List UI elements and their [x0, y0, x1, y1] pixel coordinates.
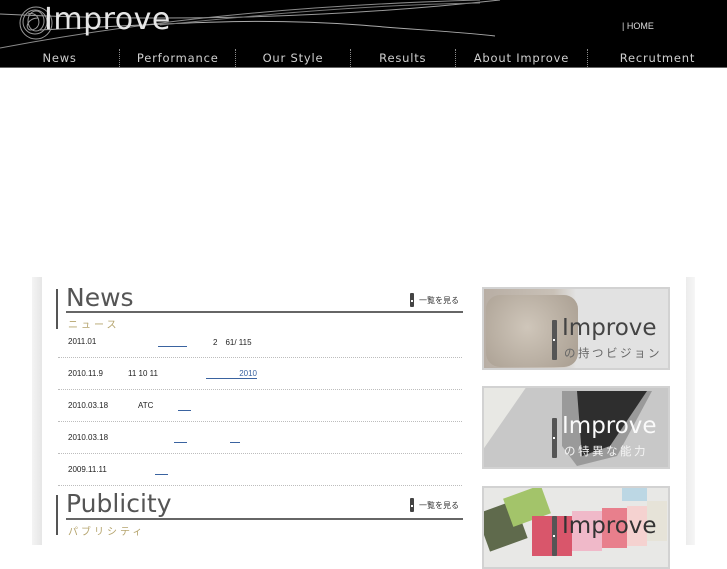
news-text: ATC — [138, 401, 154, 410]
site-logo[interactable]: Improve — [44, 2, 171, 37]
banner-subtitle: の特異な能力 — [564, 446, 648, 458]
news-date: 2010.03.18 — [68, 401, 109, 410]
news-item: 2010.03.18 ATC — [58, 390, 462, 422]
news-link[interactable] — [230, 433, 240, 443]
nav-performance[interactable]: Performance — [120, 49, 237, 67]
section-bar — [56, 495, 58, 535]
arrow-icon — [410, 293, 414, 307]
publicity-view-all-button[interactable]: 一覧を見る — [410, 497, 459, 513]
content-shadow-left — [32, 277, 42, 545]
publicity-heading: Publicity — [66, 489, 172, 518]
banner-third[interactable]: Improve — [482, 486, 670, 569]
arrow-icon — [552, 320, 557, 360]
section-bar — [56, 289, 58, 329]
news-date: 2010.03.18 — [68, 433, 109, 442]
news-link[interactable] — [155, 465, 168, 475]
banner-title: Improve — [562, 413, 657, 439]
arrow-icon — [552, 418, 557, 458]
nav-results[interactable]: Results — [351, 49, 456, 67]
nav-about-improve[interactable]: About Improve — [456, 49, 588, 67]
view-all-label: 一覧を見る — [419, 500, 459, 510]
publicity-subtitle: パブリシティ — [68, 527, 146, 538]
content-shadow-right — [686, 277, 695, 545]
news-text: 11 10 11 — [128, 369, 158, 378]
news-view-all-button[interactable]: 一覧を見る — [410, 292, 459, 308]
banner-title: Improve — [562, 315, 657, 341]
section-rule — [66, 518, 463, 520]
view-all-label: 一覧を見る — [419, 295, 459, 305]
nav-recruitment[interactable]: Recrutment — [588, 49, 727, 67]
home-link[interactable]: | HOME — [622, 21, 654, 31]
banner-subtitle: の持つビジョン — [564, 348, 662, 360]
section-rule — [66, 311, 463, 313]
banner-title: Improve — [562, 513, 657, 539]
news-heading: News — [66, 283, 134, 312]
main-nav: News Performance Our Style Results About… — [0, 49, 727, 68]
news-date: 2010.11.9 — [68, 369, 103, 378]
site-header: Improve | HOME News Performance Our Styl… — [0, 0, 727, 68]
news-item: 2010.11.9 11 10 11 2010 — [58, 358, 462, 390]
news-link[interactable] — [174, 433, 187, 443]
nav-our-style[interactable]: Our Style — [236, 49, 351, 67]
news-date: 2011.01 — [68, 337, 97, 346]
news-item: 2011.01 2 61/ 115 — [58, 326, 462, 358]
nav-news[interactable]: News — [0, 49, 121, 67]
news-link[interactable]: 2010 — [206, 369, 257, 379]
news-item: 2009.11.11 — [58, 454, 462, 486]
arrow-icon — [410, 498, 414, 512]
news-item: 2010.03.18 — [58, 422, 462, 454]
news-date: 2009.11.11 — [68, 465, 107, 474]
banner-vision[interactable]: Improve の持つビジョン — [482, 287, 670, 370]
news-link[interactable] — [158, 337, 187, 347]
news-list: 2011.01 2 61/ 115 2010.11.9 11 10 11 201… — [58, 326, 462, 486]
news-text: 2 61/ 115 — [213, 338, 252, 347]
news-link[interactable] — [178, 401, 191, 411]
arrow-icon — [552, 516, 557, 556]
banner-ability[interactable]: Improve の特異な能力 — [482, 386, 670, 469]
